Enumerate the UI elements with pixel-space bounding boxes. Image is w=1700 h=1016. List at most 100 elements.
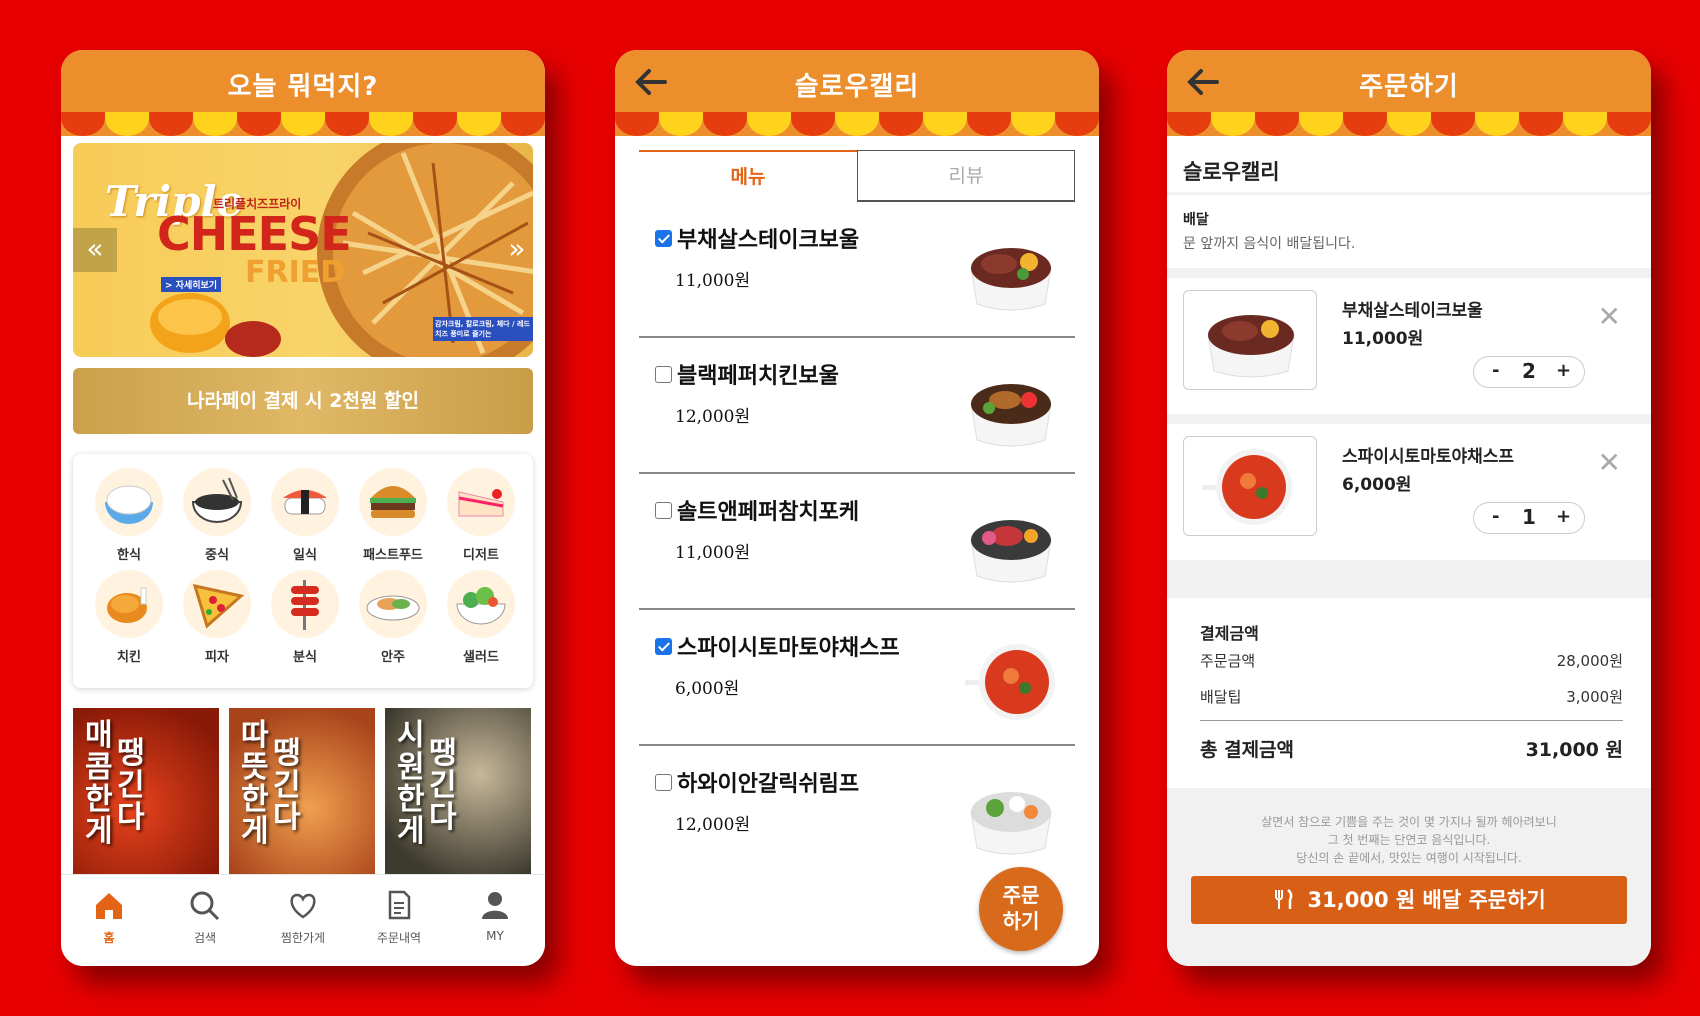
place-order-button[interactable]: 31,000 원 배달 주문하기 (1191, 876, 1627, 924)
theme-tile-cold[interactable]: 시원한게 땡긴다 (385, 708, 531, 874)
increase-button[interactable]: + (1556, 360, 1571, 381)
store-tabs: 메뉴 리뷰 (639, 150, 1075, 202)
category-chinese[interactable]: 중식 (181, 468, 253, 563)
category-korean[interactable]: 한식 (93, 468, 165, 563)
order-fab-line2: 하기 (1002, 909, 1040, 933)
tteokbokki-icon (271, 570, 339, 638)
nav-favorites[interactable]: 찜한가게 (263, 889, 343, 946)
nav-my[interactable]: MY (455, 889, 535, 943)
steak-bowl-image (970, 248, 1052, 311)
menu-item[interactable]: 솔트앤페퍼참치포케 11,000원 (639, 474, 1075, 610)
category-salad[interactable]: 샐러드 (445, 570, 517, 665)
heart-icon (290, 893, 316, 919)
menu-name: 부채살스테이크보울 (677, 227, 860, 253)
home-title: 오늘 뭐먹지? (227, 72, 379, 102)
theme-tile-warm[interactable]: 따뜻한게 땡긴다 (229, 708, 375, 874)
summary-row-total: 총 결제금액 31,000 원 (1200, 720, 1623, 762)
utensils-icon (1275, 889, 1293, 909)
category-label: 샐러드 (463, 650, 499, 665)
shrimp-bowl-image (970, 792, 1052, 855)
banner-next-arrow[interactable]: » (495, 228, 533, 272)
menu-item[interactable]: 부채살스테이크보울 11,000원 (639, 202, 1075, 338)
pay-discount-banner[interactable]: 나라페이 결제 시 2천원 할인 (73, 368, 533, 434)
tab-menu[interactable]: 메뉴 (639, 150, 857, 202)
menu-name: 블랙페퍼치킨보울 (677, 363, 839, 389)
category-label: 피자 (205, 650, 229, 665)
summary-row-tip: 배달팁 3,000원 (1200, 686, 1623, 716)
category-fastfood[interactable]: 패스트푸드 (357, 468, 429, 563)
menu-price: 11,000원 (675, 543, 751, 563)
menu-price: 11,000원 (675, 271, 751, 291)
increase-button[interactable]: + (1556, 506, 1571, 527)
checkout-header: 주문하기 (1167, 50, 1651, 136)
order-amount-value: 28,000원 (1556, 652, 1623, 670)
banner-detail-chip[interactable]: > 자세히보기 (161, 277, 222, 292)
decrease-button[interactable]: - (1492, 506, 1499, 527)
category-label: 패스트푸드 (363, 548, 423, 563)
category-label: 일식 (293, 548, 317, 563)
remove-item-icon[interactable]: ✕ (1598, 446, 1621, 479)
order-fab-line1: 주문 (1002, 883, 1040, 907)
category-side-dish[interactable]: 안주 (357, 570, 429, 665)
menu-item[interactable]: 스파이시토마토야채스프 6,000원 (639, 610, 1075, 746)
checkout-store-name: 슬로우캘리 (1167, 136, 1651, 192)
nav-label: MY (486, 929, 504, 943)
category-japanese[interactable]: 일식 (269, 468, 341, 563)
decrease-button[interactable]: - (1492, 360, 1499, 381)
order-fab[interactable]: 주문 하기 (979, 867, 1063, 951)
category-snack[interactable]: 분식 (269, 570, 341, 665)
promo-banner[interactable]: Triple 트리플치즈프라이 CHEESE > 자세히보기 FRIED 감자크… (73, 143, 533, 357)
banner-fine-print: 감자크림, 칼로크림, 체다 / 레드치즈 풍미로 즐기는 (433, 317, 533, 341)
category-dessert[interactable]: 디저트 (445, 468, 517, 563)
menu-checkbox[interactable] (655, 366, 672, 383)
menu-item[interactable]: 블랙페퍼치킨보울 12,000원 (639, 338, 1075, 474)
receipt-icon (388, 890, 411, 920)
awning-scallop (615, 112, 1099, 136)
checkout-title: 주문하기 (1359, 72, 1459, 102)
chicken-icon (95, 570, 163, 638)
menu-checkbox[interactable] (655, 230, 672, 247)
delivery-tip-value: 3,000원 (1566, 688, 1623, 706)
cake-icon (447, 468, 515, 536)
theme-tile-spicy[interactable]: 매콤한게 땡긴다 (73, 708, 219, 874)
nav-search[interactable]: 검색 (165, 889, 245, 946)
ketchup-dip-image (225, 321, 281, 357)
category-grid: 한식 중식 일식 패스트푸드 디저트 치킨 피자 분식 안주 샐러드 (73, 454, 533, 688)
side-dish-icon (359, 570, 427, 638)
store-title: 슬로우캘리 (794, 72, 920, 102)
checkout-screen: 주문하기 슬로우캘리 배달 문 앞까지 음식이 배달됩니다. 부채살스테이크보울… (1167, 50, 1651, 966)
delivery-info: 배달 문 앞까지 음식이 배달됩니다. (1167, 195, 1651, 268)
menu-checkbox[interactable] (655, 502, 672, 519)
nav-home[interactable]: 홈 (69, 889, 149, 946)
nav-orders[interactable]: 주문내역 (359, 889, 439, 946)
menu-name: 솔트앤페퍼참치포케 (677, 499, 860, 525)
tab-review[interactable]: 리뷰 (857, 150, 1075, 202)
burger-icon (359, 468, 427, 536)
menu-price: 6,000원 (675, 679, 740, 699)
summary-row-order: 주문금액 28,000원 (1200, 650, 1623, 680)
remove-item-icon[interactable]: ✕ (1598, 300, 1621, 333)
category-label: 안주 (381, 650, 405, 665)
banner-headline: CHEESE (157, 207, 352, 261)
quantity-value: 2 (1522, 359, 1536, 383)
rice-bowl-icon (95, 468, 163, 536)
order-button-label: 31,000 원 배달 주문하기 (1307, 888, 1546, 912)
quantity-value: 1 (1522, 505, 1536, 529)
cart-item-name: 스파이시토마토야채스프 (1342, 447, 1515, 467)
quote-line: 살면서 참으로 기쁨을 주는 것이 몇 가지나 될까 헤아려보니 (1261, 815, 1557, 829)
menu-name: 하와이안갈릭쉬림프 (677, 771, 860, 797)
salad-icon (447, 570, 515, 638)
total-value: 31,000 원 (1525, 739, 1623, 761)
cart-item-thumbnail (1183, 436, 1317, 536)
nav-label: 검색 (193, 931, 217, 945)
category-label: 한식 (117, 548, 141, 563)
menu-checkbox[interactable] (655, 774, 672, 791)
menu-checkbox[interactable] (655, 638, 672, 655)
brand-quote: 살면서 참으로 기쁨을 주는 것이 몇 가지나 될까 헤아려보니 그 첫 번째는… (1167, 813, 1651, 867)
banner-prev-arrow[interactable]: « (73, 228, 117, 272)
category-chicken[interactable]: 치킨 (93, 570, 165, 665)
category-pizza[interactable]: 피자 (181, 570, 253, 665)
store-header: 슬로우캘리 (615, 50, 1099, 136)
menu-item[interactable]: 하와이안갈릭쉬림프 12,000원 (639, 746, 1075, 882)
menu-name: 스파이시토마토야채스프 (677, 635, 900, 661)
